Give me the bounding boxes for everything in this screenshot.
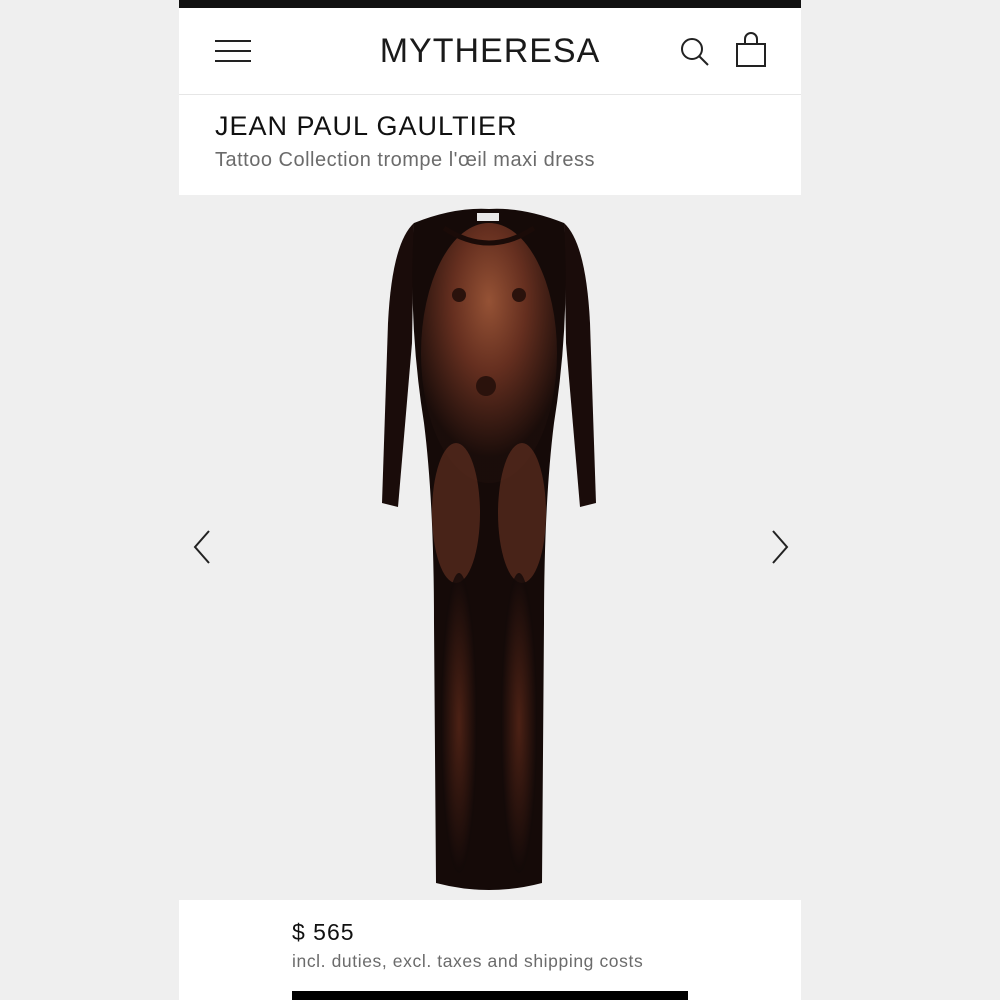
product-title-block: JEAN PAUL GAULTIER Tattoo Collection tro…: [179, 95, 801, 195]
product-name: Tattoo Collection trompe l'œil maxi dres…: [215, 149, 595, 171]
chevron-left-icon[interactable]: [189, 527, 219, 567]
product-image-gallery[interactable]: [179, 195, 801, 900]
product-image: [382, 208, 596, 890]
top-bar: [179, 0, 801, 8]
product-page: MYTHERESA JEAN PAUL GAULTIER Tattoo Coll…: [179, 0, 801, 1000]
search-icon[interactable]: [679, 36, 711, 68]
shopping-bag-icon[interactable]: [733, 32, 769, 70]
product-price: $ 565: [292, 919, 355, 945]
chevron-right-icon[interactable]: [763, 527, 793, 567]
brand-name[interactable]: JEAN PAUL GAULTIER: [215, 111, 518, 142]
price-note: incl. duties, excl. taxes and shipping c…: [292, 951, 644, 971]
add-to-bag-button[interactable]: [292, 991, 688, 1000]
price-block: $ 565 incl. duties, excl. taxes and ship…: [179, 900, 801, 1000]
site-header: MYTHERESA: [179, 8, 801, 95]
